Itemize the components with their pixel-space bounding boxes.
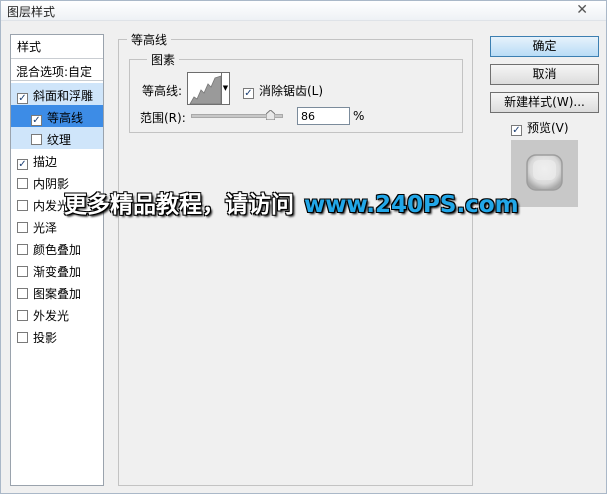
new-style-button[interactable]: 新建样式(W)... (490, 92, 599, 113)
styles-header[interactable]: 样式 (17, 38, 41, 55)
style-item[interactable]: ✓ 等高线 (11, 105, 103, 127)
style-preview-thumbnail (511, 140, 578, 207)
range-input[interactable] (297, 107, 350, 125)
contour-group-title: 等高线 (127, 31, 172, 48)
contour-label: 等高线: (142, 84, 183, 98)
preview-label: 预览(V) (527, 121, 569, 135)
preview-checkbox[interactable]: ✓ 预览(V) (511, 119, 569, 136)
style-item[interactable]: ✓ 斜面和浮雕 (11, 83, 103, 105)
checkbox-unchecked-icon[interactable] (31, 134, 42, 145)
style-item[interactable]: 渐变叠加 (11, 259, 103, 281)
style-item-label: 斜面和浮雕 (33, 89, 94, 103)
style-item-label: 纹理 (47, 133, 72, 147)
range-label: 范围(R): (140, 111, 186, 125)
contour-preview[interactable] (187, 72, 222, 105)
contour-dropdown-arrow[interactable]: ▼ (222, 72, 230, 105)
cancel-button[interactable]: 取消 (490, 64, 599, 85)
checkbox-checked-icon[interactable]: ✓ (17, 159, 28, 170)
checkbox-unchecked-icon[interactable] (17, 222, 28, 233)
ok-button[interactable]: 确定 (490, 36, 599, 57)
style-item-label: 颜色叠加 (33, 243, 82, 257)
antialias-checkbox[interactable]: ✓ 消除锯齿(L) (243, 82, 323, 99)
checkbox-unchecked-icon[interactable] (17, 310, 28, 321)
watermark-url: www.240PS.com (304, 192, 519, 218)
preview-check-icon: ✓ (511, 125, 522, 136)
range-unit: % (353, 109, 365, 123)
style-item-label: 光泽 (33, 221, 58, 235)
styles-list: 样式 混合选项:自定 ✓ 斜面和浮雕 ✓ 等高线 纹理 ✓ 描边 内阴影 内发光 光泽 颜色叠加 渐变… (10, 34, 104, 486)
style-item-label: 外发光 (33, 309, 70, 323)
blending-options-item[interactable]: 混合选项:自定 (11, 58, 103, 81)
checkbox-unchecked-icon[interactable] (17, 244, 28, 255)
style-item-label: 描边 (33, 155, 58, 169)
style-item-label: 图案叠加 (33, 287, 82, 301)
close-icon[interactable]: ✕ (576, 2, 588, 18)
preview-swatch-icon (526, 154, 563, 191)
window-title: 图层样式 (7, 5, 56, 19)
checkbox-checked-icon[interactable]: ✓ (31, 115, 42, 126)
watermark: 更多精品教程，请访问 www.240PS.com (64, 185, 519, 219)
style-item[interactable]: 投影 (11, 325, 103, 347)
style-item-label: 渐变叠加 (33, 265, 82, 279)
style-item-label: 等高线 (47, 111, 84, 125)
title-bar: 图层样式 ✕ (1, 1, 606, 21)
style-item[interactable]: 纹理 (11, 127, 103, 149)
range-slider-thumb[interactable] (265, 110, 275, 120)
layer-style-dialog: 图层样式 ✕ 样式 混合选项:自定 ✓ 斜面和浮雕 ✓ 等高线 纹理 ✓ 描边 内阴影 内发光光… (0, 0, 607, 494)
style-item[interactable]: ✓ 描边 (11, 149, 103, 171)
antialias-label: 消除锯齿(L) (259, 84, 324, 98)
checkbox-unchecked-icon[interactable] (17, 178, 28, 189)
style-item-label: 投影 (33, 331, 58, 345)
contour-curve-icon (189, 75, 222, 105)
antialias-check-icon: ✓ (243, 88, 254, 99)
checkbox-unchecked-icon[interactable] (17, 200, 28, 211)
style-item[interactable]: 颜色叠加 (11, 237, 103, 259)
checkbox-unchecked-icon[interactable] (17, 288, 28, 299)
elements-group-title: 图素 (147, 51, 180, 68)
checkbox-checked-icon[interactable]: ✓ (17, 93, 28, 104)
style-item[interactable]: 图案叠加 (11, 281, 103, 303)
checkbox-unchecked-icon[interactable] (17, 266, 28, 277)
checkbox-unchecked-icon[interactable] (17, 332, 28, 343)
style-item[interactable]: 外发光 (11, 303, 103, 325)
watermark-text: 更多精品教程，请访问 (64, 192, 294, 218)
